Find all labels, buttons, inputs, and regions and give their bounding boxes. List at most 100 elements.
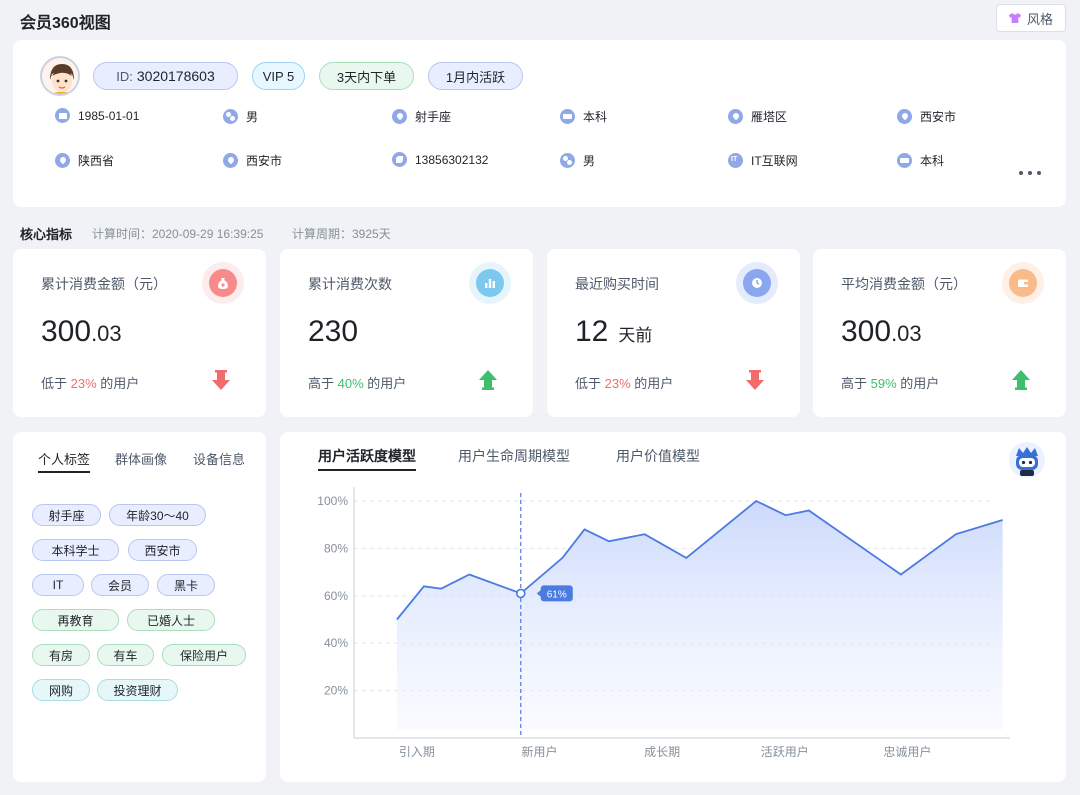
tag-chip[interactable]: 投资理财 bbox=[97, 679, 178, 701]
metric-label: 最近购买时间 bbox=[575, 276, 659, 292]
tab-personal-tags[interactable]: 个人标签 bbox=[38, 449, 91, 473]
metric-value: 300.03 bbox=[41, 315, 122, 349]
tags-panel: 个人标签 群体画像 设备信息 射手座 年龄30～40 本科学士 西安市 IT 会… bbox=[13, 432, 266, 782]
data-point[interactable] bbox=[515, 588, 526, 599]
metric-label: 平均消费金额（元） bbox=[841, 276, 967, 292]
pin-icon bbox=[392, 109, 407, 124]
tooltip-label: 61% bbox=[547, 589, 567, 600]
compare-percent: 23% bbox=[604, 376, 631, 391]
metric-value-int: 300 bbox=[841, 315, 892, 348]
wallet-icon bbox=[1002, 262, 1044, 304]
style-button-label: 风格 bbox=[1026, 11, 1053, 27]
monthly-active-badge: 1月内活跃 bbox=[428, 62, 523, 90]
tag-chip[interactable]: IT bbox=[32, 574, 84, 596]
calc-period: 计算周期：3925天 bbox=[292, 227, 391, 241]
metric-label: 累计消费金额（元） bbox=[41, 276, 167, 292]
info-city-2: 西安市 bbox=[223, 152, 282, 169]
more-icon[interactable] bbox=[1019, 171, 1041, 177]
tag-chip[interactable]: 本科学士 bbox=[32, 539, 119, 561]
x-tick-label: 活跃用户 bbox=[761, 744, 809, 759]
tab-device-info[interactable]: 设备信息 bbox=[193, 449, 245, 468]
metric-value-frac: .03 bbox=[91, 321, 122, 346]
gender-icon bbox=[223, 109, 238, 124]
tag-chip[interactable]: 会员 bbox=[91, 574, 149, 596]
y-tick-label: 40% bbox=[324, 636, 348, 650]
shirt-icon bbox=[1008, 13, 1021, 23]
info-education-2: 本科 bbox=[897, 152, 944, 169]
x-tick-label: 成长期 bbox=[644, 745, 680, 759]
metric-compare: 高于 40% 的用户 bbox=[308, 373, 406, 392]
tag-chip[interactable]: 西安市 bbox=[128, 539, 197, 561]
cap-icon bbox=[897, 153, 912, 168]
profile-card: ID: 3020178603 VIP 5 3天内下单 1月内活跃 1985-01… bbox=[13, 40, 1066, 207]
vip-badge: VIP 5 bbox=[252, 62, 305, 90]
metric-value-unit: 天前 bbox=[618, 326, 653, 345]
style-button[interactable]: 风格 bbox=[996, 4, 1066, 32]
info-text: 陕西省 bbox=[78, 154, 115, 168]
member-id-badge: ID: 3020178603 bbox=[93, 62, 238, 90]
compare-percent: 59% bbox=[870, 376, 897, 391]
pin-icon bbox=[223, 153, 238, 168]
arrow-up-icon bbox=[1012, 370, 1030, 390]
compare-prefix: 低于 bbox=[41, 376, 71, 391]
x-tick-label: 忠诚用户 bbox=[883, 744, 931, 759]
info-text: 1985-01-01 bbox=[78, 108, 140, 123]
tag-chip[interactable]: 保险用户 bbox=[162, 644, 246, 666]
info-text: 男 bbox=[246, 110, 259, 124]
info-phone: 13856302132 bbox=[392, 152, 488, 167]
info-text: 西安市 bbox=[246, 154, 283, 168]
tag-chip[interactable]: 有车 bbox=[97, 644, 154, 666]
tab-group-portrait[interactable]: 群体画像 bbox=[115, 449, 167, 468]
area-fill bbox=[396, 501, 1003, 730]
x-tick-label: 新用户 bbox=[522, 744, 558, 759]
gender-icon bbox=[560, 153, 575, 168]
info-text: 男 bbox=[583, 154, 596, 168]
recent-order-badge: 3天内下单 bbox=[319, 62, 414, 90]
avatar[interactable] bbox=[40, 56, 80, 96]
metric-card-total-count: 累计消费次数 230 高于 40% 的用户 bbox=[280, 249, 533, 417]
clock-icon bbox=[736, 262, 778, 304]
metric-value: 12 天前 bbox=[575, 315, 652, 349]
tag-chip[interactable]: 已婚人士 bbox=[127, 609, 215, 631]
arrow-down-icon bbox=[212, 370, 230, 390]
y-tick-label: 80% bbox=[324, 541, 348, 555]
metric-value-int: 300 bbox=[41, 315, 92, 348]
pin-icon bbox=[728, 109, 743, 124]
info-education: 本科 bbox=[560, 108, 607, 125]
metric-card-avg-amount: 平均消费金额（元） 300.03 高于 59% 的用户 bbox=[813, 249, 1066, 417]
metric-card-last-purchase: 最近购买时间 12 天前 低于 23% 的用户 bbox=[547, 249, 800, 417]
tag-chip[interactable]: 年龄30～40 bbox=[109, 504, 206, 526]
compare-prefix: 高于 bbox=[841, 376, 871, 391]
info-text: 雁塔区 bbox=[751, 110, 788, 124]
compare-suffix: 的用户 bbox=[630, 376, 674, 391]
tag-chip[interactable]: 射手座 bbox=[32, 504, 101, 526]
info-text: 射手座 bbox=[415, 110, 452, 124]
phone-icon bbox=[392, 152, 407, 167]
it-icon bbox=[728, 153, 743, 168]
y-tick-label: 20% bbox=[324, 684, 348, 698]
arrow-down-icon bbox=[746, 370, 764, 390]
tag-chip[interactable]: 网购 bbox=[32, 679, 90, 701]
cake-icon bbox=[55, 108, 70, 123]
metric-compare: 低于 23% 的用户 bbox=[575, 373, 673, 392]
x-tick-label: 引入期 bbox=[399, 745, 435, 759]
compare-percent: 23% bbox=[70, 376, 97, 391]
tag-chip[interactable]: 有房 bbox=[32, 644, 90, 666]
info-text: 13856302132 bbox=[415, 152, 489, 167]
tag-chip[interactable]: 黑卡 bbox=[157, 574, 215, 596]
bar-chart-icon bbox=[469, 262, 511, 304]
y-tick-label: 60% bbox=[324, 589, 348, 603]
info-district: 雁塔区 bbox=[728, 108, 787, 125]
info-text: 本科 bbox=[583, 110, 608, 124]
arrow-up-icon bbox=[479, 370, 497, 390]
tag-chip[interactable]: 再教育 bbox=[32, 609, 119, 631]
metric-card-total-amount: 累计消费金额（元） 300.03 低于 23% 的用户 bbox=[13, 249, 266, 417]
info-industry: IT互联网 bbox=[728, 152, 798, 169]
member-id-label: ID: bbox=[116, 68, 133, 84]
compare-prefix: 高于 bbox=[308, 376, 338, 391]
info-province: 陕西省 bbox=[55, 152, 114, 169]
compare-suffix: 的用户 bbox=[363, 376, 407, 391]
pin-icon bbox=[55, 153, 70, 168]
info-city: 西安市 bbox=[897, 108, 956, 125]
metric-value-int: 230 bbox=[308, 315, 359, 348]
